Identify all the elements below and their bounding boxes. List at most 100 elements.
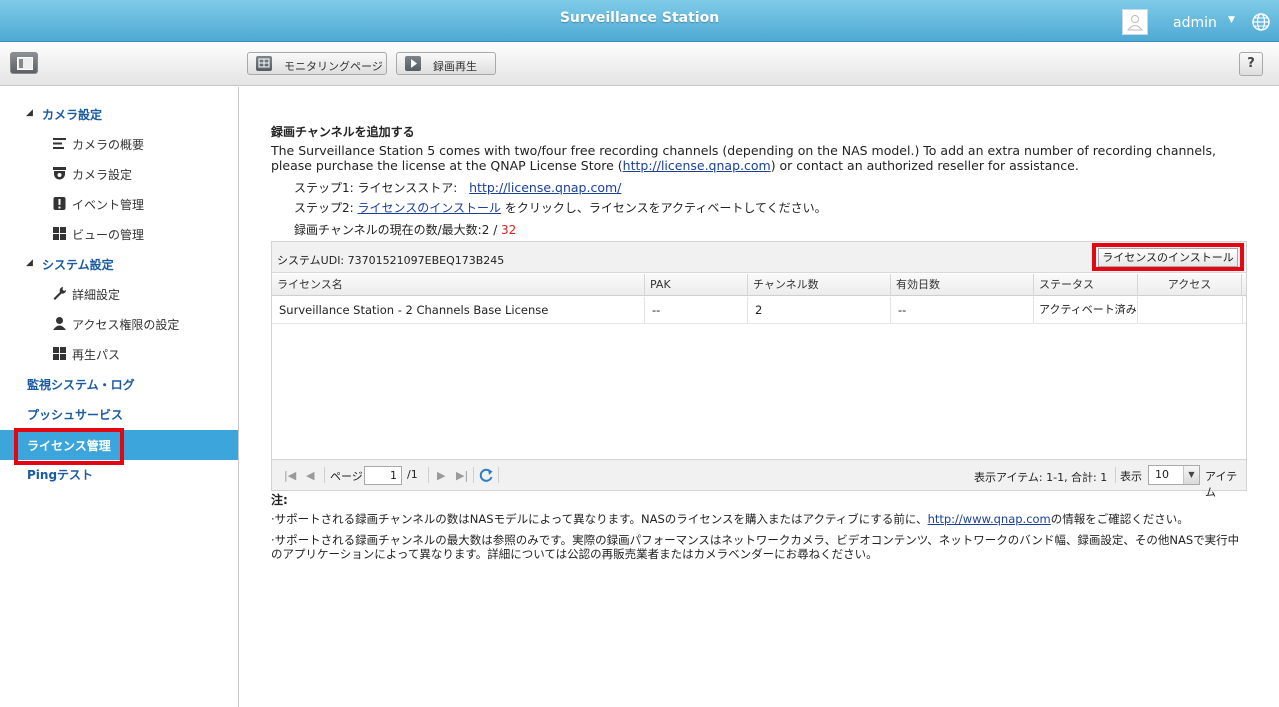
note-text: の情報をご確認ください。 bbox=[1050, 512, 1189, 526]
show-label: 表示 bbox=[1120, 470, 1142, 483]
description: The Surveillance Station 5 comes with tw… bbox=[271, 143, 1256, 173]
user-icon bbox=[53, 317, 66, 330]
first-page-icon[interactable]: |◀ bbox=[284, 469, 296, 482]
playback-label: 録画再生 bbox=[433, 60, 477, 73]
sidebar-item-surveillance-log[interactable]: 監視システム・ログ bbox=[0, 370, 238, 398]
monitoring-page-button[interactable]: モニタリングページ bbox=[247, 52, 387, 75]
prev-page-icon[interactable]: ◀ bbox=[306, 469, 314, 482]
sidebar-item-event-management[interactable]: イベント管理 bbox=[0, 192, 238, 216]
table-header: ライセンス名 PAK チャンネル数 有効日数 ステータス アクセス bbox=[272, 274, 1246, 296]
monitor-icon bbox=[256, 56, 272, 71]
avatar[interactable] bbox=[1122, 9, 1148, 35]
panel-icon bbox=[17, 57, 33, 70]
sidebar-item-label: プッシュサービス bbox=[27, 408, 124, 422]
globe-icon[interactable] bbox=[1251, 12, 1271, 32]
user-icon bbox=[1126, 15, 1144, 31]
column-header-access[interactable]: アクセス bbox=[1138, 274, 1242, 296]
sidebar-group-system-settings[interactable]: ◢ システム設定 bbox=[0, 252, 238, 276]
cell-channels: 2 bbox=[748, 297, 891, 323]
camera-icon bbox=[53, 167, 66, 180]
column-header-valid-days[interactable]: 有効日数 bbox=[891, 274, 1034, 296]
cell-license-name: Surveillance Station - 2 Channels Base L… bbox=[272, 297, 645, 323]
sidebar-item-camera-overview[interactable]: カメラの概要 bbox=[0, 132, 238, 156]
license-store-link[interactable]: http://license.qnap.com bbox=[623, 158, 771, 173]
sidebar-item-label: 詳細設定 bbox=[72, 288, 121, 302]
pagination-bar: |◀ ◀ ページ 1 /1 ▶ ▶| 表示アイテム: 1-1, 合計: 1 表示… bbox=[272, 459, 1246, 499]
table-row[interactable]: Surveillance Station - 2 Channels Base L… bbox=[272, 297, 1246, 324]
channel-count-separator: / bbox=[489, 223, 502, 237]
sidebar-item-label: カメラ設定 bbox=[72, 168, 133, 182]
sidebar-item-label: ビューの管理 bbox=[72, 228, 145, 242]
section-title: 録画チャンネルを追加する bbox=[271, 125, 415, 139]
grid-toolbar: システムUDI: 73701521097EBEQ173B245 ライセンスのイン… bbox=[272, 242, 1246, 273]
notes-title: 注: bbox=[271, 493, 288, 507]
sidebar-toggle-button[interactable] bbox=[10, 52, 38, 74]
step-1: ステップ1: ライセンスストア: http://license.qnap.com… bbox=[294, 179, 621, 196]
note-2: ·サポートされる録画チャンネルの最大数は参照のみです。実際の録画パフォーマンスは… bbox=[271, 533, 1240, 561]
help-button[interactable]: ? bbox=[1239, 52, 1263, 76]
sidebar-item-label: 再生パス bbox=[72, 348, 121, 362]
playback-button[interactable]: 録画再生 bbox=[396, 52, 496, 75]
cell-valid-days: -- bbox=[891, 297, 1034, 323]
collapse-arrow-icon[interactable]: ◢ bbox=[26, 108, 33, 118]
sidebar-group-camera-settings[interactable]: ◢ カメラ設定 bbox=[0, 102, 238, 126]
toolbar: モニタリングページ 録画再生 ? bbox=[0, 43, 1279, 86]
sidebar-item-label: 監視システム・ログ bbox=[27, 378, 135, 392]
description-text: ) or contact an authorized reseller for … bbox=[770, 158, 1079, 173]
play-icon bbox=[405, 56, 421, 71]
last-page-icon[interactable]: ▶| bbox=[456, 469, 468, 482]
sidebar-item-access-rights[interactable]: アクセス権限の設定 bbox=[0, 312, 238, 336]
wrench-icon bbox=[53, 287, 67, 300]
separator bbox=[498, 467, 499, 483]
separator bbox=[473, 467, 474, 483]
cell-status: アクティベート済み bbox=[1034, 297, 1138, 323]
qnap-website-link[interactable]: http://www.qnap.com bbox=[928, 512, 1051, 526]
column-header-channels[interactable]: チャンネル数 bbox=[748, 274, 891, 296]
list-icon bbox=[53, 138, 66, 149]
chevron-down-icon[interactable]: ▼ bbox=[1183, 466, 1199, 484]
sidebar: ◢ カメラ設定 カメラの概要 カメラ設定 イベント管理 ビューの管理 ◢ システ… bbox=[0, 87, 239, 707]
collapse-arrow-icon[interactable]: ◢ bbox=[26, 258, 33, 268]
sidebar-item-label: アクセス権限の設定 bbox=[72, 318, 180, 332]
step-2-text: をクリックし、ライセンスをアクティベートしてください。 bbox=[504, 201, 827, 215]
items-per-page-select[interactable]: 10 ▼ bbox=[1148, 465, 1200, 485]
sidebar-item-label: カメラの概要 bbox=[72, 138, 145, 152]
refresh-icon[interactable] bbox=[478, 467, 494, 483]
channel-count: 録画チャンネルの現在の数/最大数:2 / 32 bbox=[294, 221, 516, 238]
monitoring-page-label: モニタリングページ bbox=[284, 60, 383, 73]
page-total: /1 bbox=[407, 468, 418, 481]
next-page-icon[interactable]: ▶ bbox=[437, 469, 445, 482]
channel-count-max: 32 bbox=[501, 223, 517, 237]
separator bbox=[1115, 467, 1116, 483]
sidebar-item-view-management[interactable]: ビューの管理 bbox=[0, 222, 238, 246]
sidebar-item-advanced-settings[interactable]: 詳細設定 bbox=[0, 282, 238, 306]
items-label: アイテム bbox=[1205, 470, 1238, 499]
sidebar-group-label: システム設定 bbox=[42, 258, 114, 272]
sidebar-item-ping-test[interactable]: Pingテスト bbox=[0, 460, 238, 488]
license-store-url-link[interactable]: http://license.qnap.com/ bbox=[469, 180, 621, 195]
username[interactable]: admin bbox=[1173, 15, 1217, 31]
cell-pak: -- bbox=[645, 297, 748, 323]
column-header-pak[interactable]: PAK bbox=[645, 274, 748, 296]
step-1-label: ステップ1: ライセンスストア: bbox=[294, 181, 458, 195]
page-input[interactable]: 1 bbox=[364, 466, 402, 485]
sidebar-item-playback-path[interactable]: 再生パス bbox=[0, 342, 238, 366]
alert-icon bbox=[53, 197, 66, 210]
main-content: 録画チャンネルを追加する The Surveillance Station 5 … bbox=[240, 87, 1279, 707]
license-grid-panel: システムUDI: 73701521097EBEQ173B245 ライセンスのイン… bbox=[271, 241, 1247, 499]
page-label: ページ bbox=[330, 470, 363, 483]
sidebar-item-push-service[interactable]: プッシュサービス bbox=[0, 400, 238, 428]
sidebar-item-camera-settings[interactable]: カメラ設定 bbox=[0, 162, 238, 186]
column-header-license-name[interactable]: ライセンス名 bbox=[272, 274, 645, 296]
sidebar-item-label: Pingテスト bbox=[27, 468, 94, 482]
system-udi: システムUDI: 73701521097EBEQ173B245 bbox=[277, 254, 505, 267]
note-text: ·サポートされる録画チャンネルの数はNASモデルによって異なります。NASのライ… bbox=[271, 512, 928, 526]
column-header-status[interactable]: ステータス bbox=[1034, 274, 1138, 296]
install-license-link[interactable]: ライセンスのインストール bbox=[358, 201, 502, 215]
step-2: ステップ2: ライセンスのインストール をクリックし、ライセンスをアクティベート… bbox=[294, 199, 827, 216]
step-2-label: ステップ2: bbox=[294, 201, 354, 215]
app-title: Surveillance Station bbox=[559, 10, 720, 26]
sidebar-group-label: カメラ設定 bbox=[42, 108, 103, 122]
highlight-box bbox=[1092, 243, 1244, 271]
chevron-down-icon[interactable]: ▼ bbox=[1228, 15, 1235, 25]
